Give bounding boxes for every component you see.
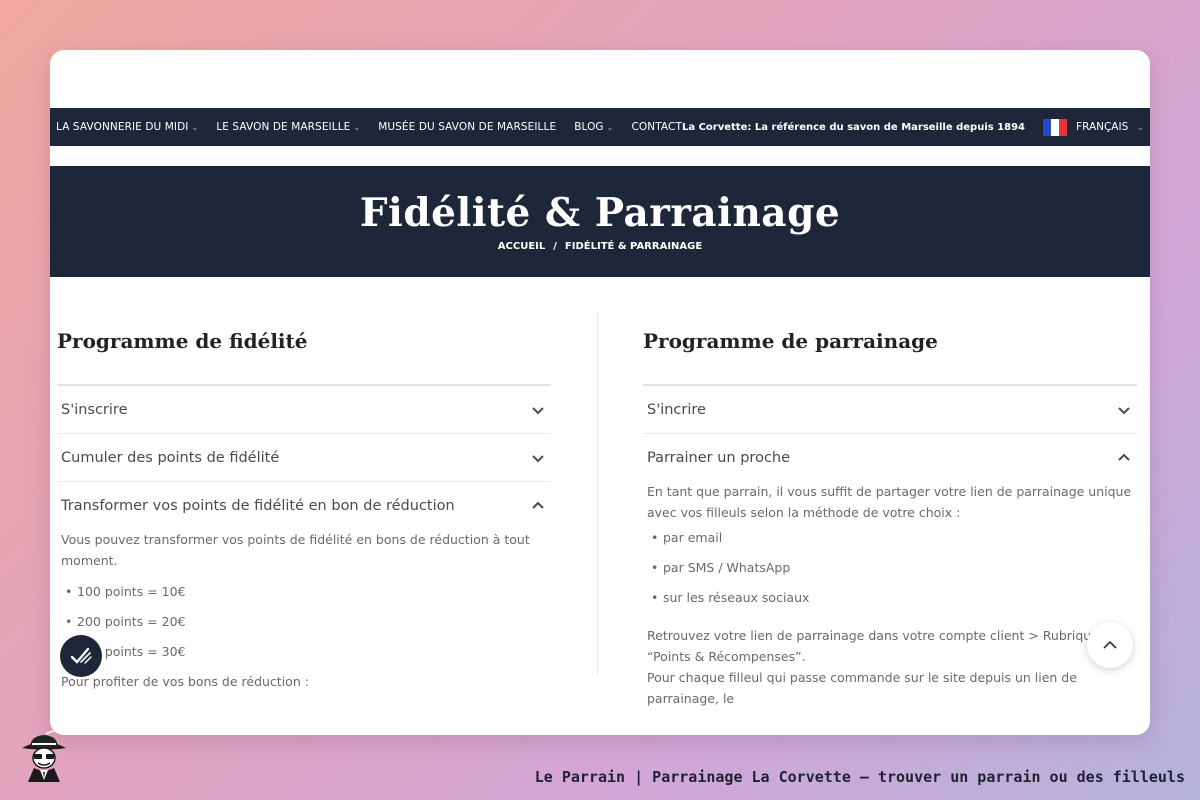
chevron-down-icon xyxy=(532,406,544,414)
accordion-item-open: Parrainer un proche En tant que parrain,… xyxy=(643,434,1137,725)
nav-item-savon[interactable]: LE SAVON DE MARSEILLE ⌄ xyxy=(216,121,360,133)
accordion-label: Parrainer un proche xyxy=(647,449,791,466)
nav-item-musee[interactable]: MUSÉE DU SAVON DE MARSEILLE xyxy=(378,121,556,133)
breadcrumb-current: FIDÉLITÉ & PARRAINAGE xyxy=(564,241,703,252)
french-flag-icon xyxy=(1043,118,1068,136)
loyalty-accordion: S'inscrire Cumuler des points de fidélit… xyxy=(57,384,551,708)
page-hero: Fidélité & Parrainage ACCUEIL / FIDÉLITÉ… xyxy=(50,166,1150,277)
nav-item-contact[interactable]: CONTACT xyxy=(631,121,682,133)
accordion-text: Pour profiter de vos bons de réduction : xyxy=(61,674,309,689)
accordion-header-parrainer[interactable]: Parrainer un proche xyxy=(643,434,1137,481)
chevron-up-icon xyxy=(1103,640,1117,649)
site-tagline: La Corvette: La référence du savon de Ma… xyxy=(681,121,1026,133)
accordion-body: En tant que parrain, il vous suffit de p… xyxy=(643,481,1137,725)
referral-section: Programme de parrainage S'incrire Parrai… xyxy=(643,312,1137,735)
breadcrumb-separator: / xyxy=(553,241,557,252)
loyalty-scroll-area: S'inscrire Cumuler des points de fidélit… xyxy=(57,384,551,735)
godfather-mascot-logo xyxy=(22,730,66,782)
page-title: Fidélité & Parrainage xyxy=(359,190,841,236)
accordion-header-cumuler[interactable]: Cumuler des points de fidélité xyxy=(57,434,551,481)
accordion-label: S'incrire xyxy=(647,401,706,418)
accordion-body: Vous pouvez transformer vos points de fi… xyxy=(57,529,551,708)
nav-item-label: BLOG xyxy=(574,121,604,133)
accordion-header-sinscrire[interactable]: S'inscrire xyxy=(57,386,551,433)
main-navbar: LA SAVONNERIE DU MIDI ⌄ LE SAVON DE MARS… xyxy=(50,108,1150,146)
accordion-label: Transformer vos points de fidélité en bo… xyxy=(61,497,455,514)
chevron-down-icon: ⌄ xyxy=(606,122,614,132)
accordion-item: S'inscrire xyxy=(57,386,551,434)
points-list: 100 points = 10€ 200 points = 20€ 300 po… xyxy=(61,577,547,667)
check-mark-icon xyxy=(70,647,92,664)
share-methods-list: par email par SMS / WhatsApp sur les rés… xyxy=(647,523,1133,613)
accordion-text: Vous pouvez transformer vos points de fi… xyxy=(61,532,530,568)
nav-right: La Corvette: La référence du savon de Ma… xyxy=(681,118,1144,136)
nav-menu: LA SAVONNERIE DU MIDI ⌄ LE SAVON DE MARS… xyxy=(56,121,682,133)
chevron-down-icon xyxy=(1118,406,1130,414)
language-label: FRANÇAIS xyxy=(1076,121,1129,133)
accordion-item-open: Transformer vos points de fidélité en bo… xyxy=(57,482,551,708)
accordion-text: Retrouvez votre lien de parrainage dans … xyxy=(647,628,1099,664)
referral-title: Programme de parrainage xyxy=(643,329,938,353)
accordion-item: Cumuler des points de fidélité xyxy=(57,434,551,482)
list-item: sur les réseaux sociaux xyxy=(651,583,1133,613)
breadcrumb-home[interactable]: ACCUEIL xyxy=(498,241,545,252)
chevron-down-icon: ⌄ xyxy=(1137,122,1144,132)
nav-item-label: CONTACT xyxy=(631,121,682,133)
chevron-down-icon: ⌄ xyxy=(191,122,199,132)
loyalty-title: Programme de fidélité xyxy=(57,329,308,353)
accordion-item: S'incrire xyxy=(643,386,1137,434)
list-item: 200 points = 20€ xyxy=(65,607,547,637)
breadcrumb: ACCUEIL / FIDÉLITÉ & PARRAINAGE xyxy=(50,241,1150,252)
footer-caption: Le Parrain | Parrainage La Corvette — tr… xyxy=(534,768,1185,786)
column-divider xyxy=(597,312,598,675)
browser-window: LA SAVONNERIE DU MIDI ⌄ LE SAVON DE MARS… xyxy=(50,50,1150,735)
accessibility-badge-button[interactable] xyxy=(60,635,102,677)
list-item: 300 points = 30€ xyxy=(65,637,547,667)
chevron-down-icon: ⌄ xyxy=(353,122,361,132)
list-item: 100 points = 10€ xyxy=(65,577,547,607)
loyalty-section: Programme de fidélité S'inscrire Cumuler… xyxy=(57,312,551,735)
accordion-text: Pour chaque filleul qui passe commande s… xyxy=(647,670,1077,706)
list-item: par SMS / WhatsApp xyxy=(651,553,1133,583)
nav-item-label: LE SAVON DE MARSEILLE xyxy=(216,121,351,133)
referral-accordion: S'incrire Parrainer un proche En tant qu… xyxy=(643,384,1137,725)
nav-item-blog[interactable]: BLOG ⌄ xyxy=(574,121,613,133)
accordion-header-sincrire[interactable]: S'incrire xyxy=(643,386,1137,433)
chevron-up-icon xyxy=(532,501,544,509)
accordion-label: S'inscrire xyxy=(61,401,128,418)
chevron-down-icon xyxy=(532,454,544,462)
accordion-header-transformer[interactable]: Transformer vos points de fidélité en bo… xyxy=(57,482,551,529)
nav-item-label: LA SAVONNERIE DU MIDI xyxy=(56,121,189,133)
chevron-up-icon xyxy=(1118,453,1130,461)
nav-item-savonnerie[interactable]: LA SAVONNERIE DU MIDI ⌄ xyxy=(56,121,198,133)
accordion-text: En tant que parrain, il vous suffit de p… xyxy=(647,484,1132,520)
scroll-to-top-button[interactable] xyxy=(1087,622,1133,668)
language-switcher[interactable]: FRANÇAIS ⌄ xyxy=(1043,118,1144,136)
nav-item-label: MUSÉE DU SAVON DE MARSEILLE xyxy=(378,121,557,133)
accordion-label: Cumuler des points de fidélité xyxy=(61,449,280,466)
referral-scroll-area: S'incrire Parrainer un proche En tant qu… xyxy=(643,384,1137,735)
list-item: par email xyxy=(651,523,1133,553)
